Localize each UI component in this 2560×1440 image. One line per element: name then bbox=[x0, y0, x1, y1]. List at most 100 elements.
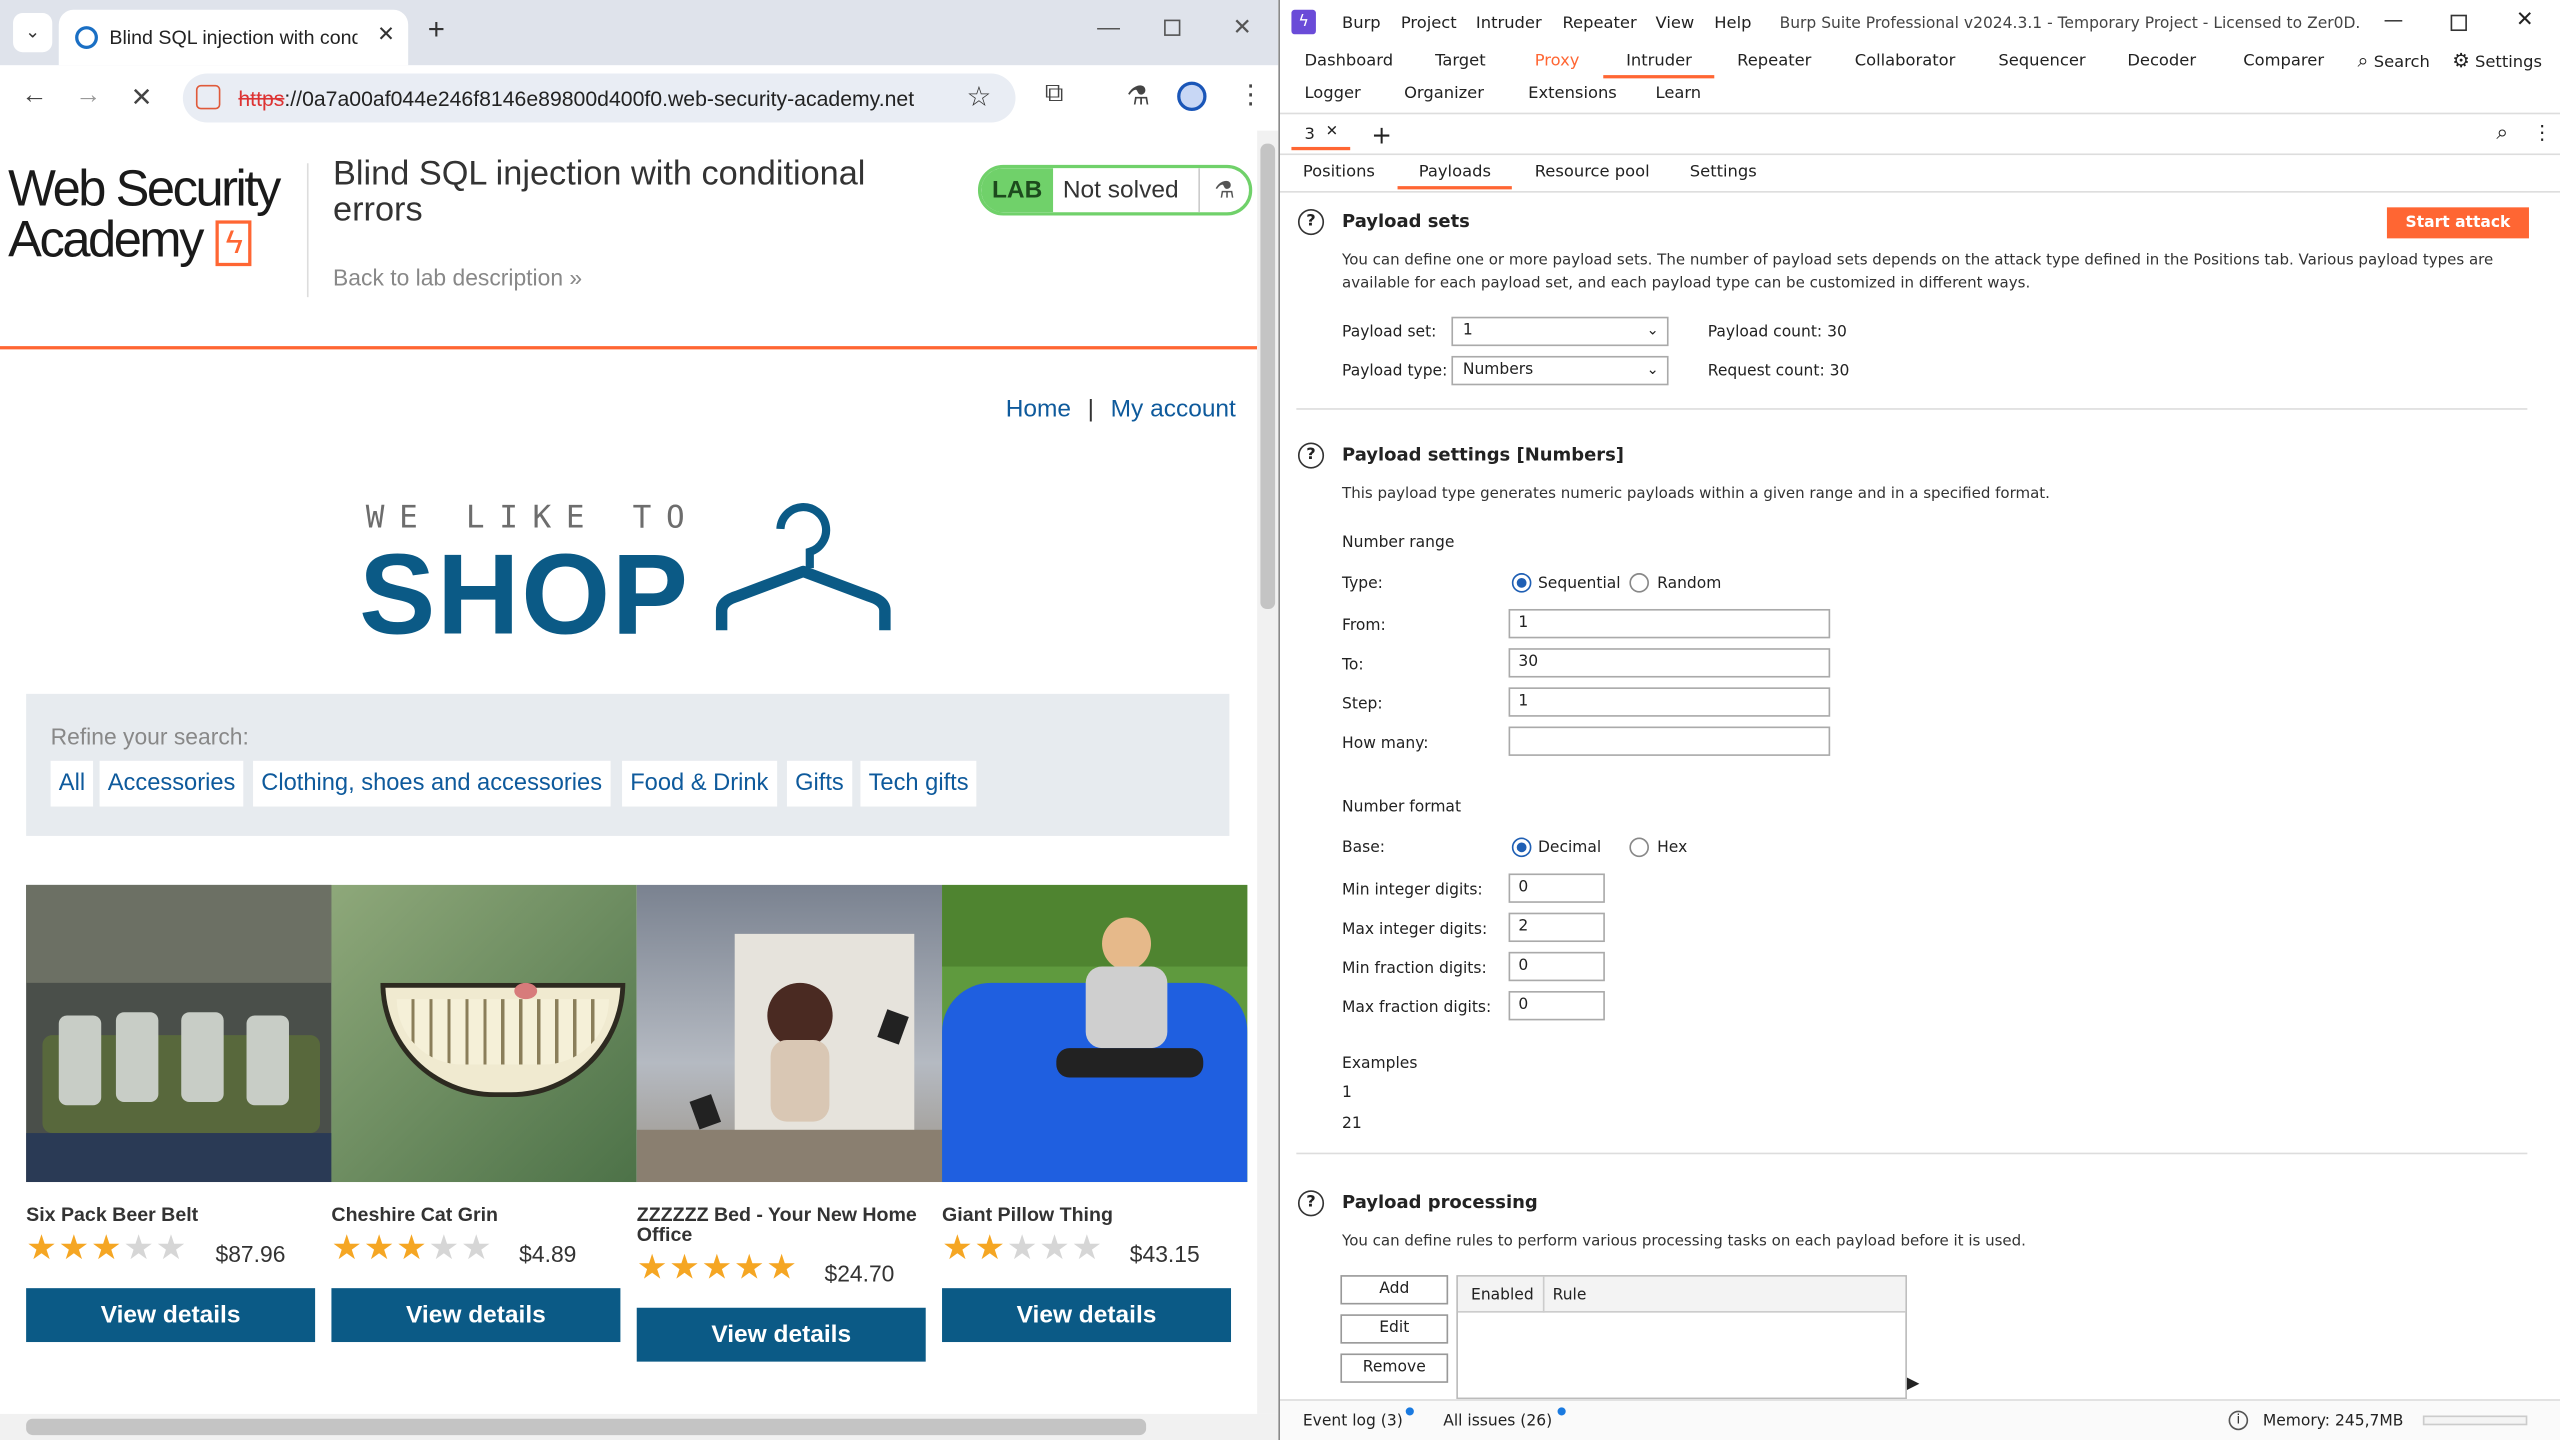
extensions-icon[interactable]: ⧉ bbox=[1045, 80, 1064, 109]
step-input[interactable]: 1 bbox=[1508, 687, 1831, 717]
burp-minimize-icon[interactable]: — bbox=[2384, 8, 2404, 31]
browser-menu-icon[interactable]: ⋮ bbox=[1238, 78, 1264, 111]
tab-search-icon[interactable]: ⌄ bbox=[13, 13, 53, 53]
global-search[interactable]: ⌕ Search bbox=[2358, 49, 2430, 73]
home-link[interactable]: Home bbox=[1006, 395, 1071, 423]
edit-rule-button[interactable]: Edit bbox=[1340, 1314, 1449, 1344]
close-window-icon[interactable]: ✕ bbox=[1233, 13, 1252, 41]
labs-flask-icon[interactable]: ⚗ bbox=[1127, 80, 1150, 113]
subtab-payloads[interactable]: Payloads bbox=[1419, 163, 1491, 181]
minimize-icon[interactable]: — bbox=[1097, 13, 1120, 39]
attack-tab-3[interactable]: 3 ✕ bbox=[1291, 118, 1351, 151]
tab-close-icon[interactable]: ✕ bbox=[377, 21, 395, 47]
expand-arrow-icon[interactable]: ▶ bbox=[1907, 1375, 1920, 1393]
tab-repeater[interactable]: Repeater bbox=[1737, 52, 1811, 70]
how-many-input[interactable] bbox=[1508, 726, 1831, 756]
view-details-button[interactable]: View details bbox=[942, 1288, 1232, 1343]
page-scrollbar-horizontal[interactable] bbox=[0, 1413, 1279, 1440]
view-details-button[interactable]: View details bbox=[26, 1288, 316, 1343]
burp-close-icon[interactable]: ✕ bbox=[2516, 8, 2534, 32]
category-all[interactable]: All bbox=[50, 760, 94, 807]
product-image-cheshire-grin[interactable] bbox=[331, 884, 637, 1183]
add-rule-button[interactable]: Add bbox=[1340, 1275, 1449, 1305]
tab-comparer[interactable]: Comparer bbox=[2243, 52, 2324, 70]
menu-view[interactable]: View bbox=[1656, 15, 1695, 33]
menu-burp[interactable]: Burp bbox=[1342, 15, 1381, 33]
category-clothing[interactable]: Clothing, shoes and accessories bbox=[253, 760, 611, 807]
tab-decoder[interactable]: Decoder bbox=[2127, 52, 2196, 70]
tab-intruder[interactable]: Intruder bbox=[1626, 52, 1692, 70]
profile-avatar-icon[interactable] bbox=[1177, 81, 1207, 112]
min-integer-input[interactable]: 0 bbox=[1508, 873, 1605, 903]
tab-target[interactable]: Target bbox=[1435, 52, 1486, 70]
product-image-giant-pillow[interactable] bbox=[942, 884, 1248, 1183]
maximize-icon[interactable] bbox=[1164, 19, 1181, 36]
all-issues-link[interactable]: All issues (26) bbox=[1443, 1407, 1566, 1430]
tab-sequencer[interactable]: Sequencer bbox=[1998, 52, 2085, 70]
help-icon[interactable]: ? bbox=[1297, 208, 1325, 236]
back-icon[interactable]: ← bbox=[21, 82, 47, 111]
start-attack-button[interactable]: Start attack bbox=[2386, 207, 2529, 239]
column-rule[interactable]: Rule bbox=[1553, 1287, 1587, 1305]
back-to-description-link[interactable]: Back to lab description » bbox=[333, 264, 582, 290]
min-fraction-input[interactable]: 0 bbox=[1508, 951, 1605, 982]
payload-type-select[interactable]: Numbers ⌄ bbox=[1451, 355, 1669, 386]
remove-rule-button[interactable]: Remove bbox=[1340, 1353, 1449, 1383]
scrollbar-thumb[interactable] bbox=[26, 1418, 1147, 1436]
forward-icon[interactable]: → bbox=[75, 82, 101, 111]
stop-loading-icon[interactable]: ✕ bbox=[131, 82, 153, 115]
tab-logger[interactable]: Logger bbox=[1304, 85, 1360, 103]
product-image-beer-belt[interactable] bbox=[26, 884, 332, 1183]
tab-learn[interactable]: Learn bbox=[1656, 85, 1702, 103]
academy-logo[interactable]: Web Security Academy ϟ bbox=[8, 163, 281, 266]
rules-table[interactable]: Enabled Rule bbox=[1456, 1275, 1907, 1400]
my-account-link[interactable]: My account bbox=[1111, 395, 1236, 423]
max-integer-input[interactable]: 2 bbox=[1508, 912, 1605, 943]
sequential-radio[interactable] bbox=[1511, 573, 1532, 593]
subtab-resource-pool[interactable]: Resource pool bbox=[1535, 163, 1650, 181]
browser-tab-active[interactable]: Blind SQL injection with conditi ✕ bbox=[58, 9, 409, 66]
to-input[interactable]: 30 bbox=[1508, 648, 1831, 678]
event-log-link[interactable]: Event log (3) bbox=[1303, 1407, 1415, 1430]
tab-organizer[interactable]: Organizer bbox=[1404, 85, 1484, 103]
random-radio[interactable] bbox=[1629, 573, 1649, 593]
tab-proxy[interactable]: Proxy bbox=[1535, 52, 1580, 70]
product-image-zzzzzz-bed[interactable] bbox=[636, 884, 943, 1183]
tab-collaborator[interactable]: Collaborator bbox=[1855, 52, 1956, 70]
scrollbar-thumb[interactable] bbox=[1260, 143, 1276, 609]
tab-dashboard[interactable]: Dashboard bbox=[1304, 52, 1393, 70]
url-input[interactable]: https://0a7a00af044e246f8146e89800d400f0… bbox=[182, 73, 1016, 123]
menu-help[interactable]: Help bbox=[1714, 15, 1751, 33]
new-tab-icon[interactable]: + bbox=[428, 13, 445, 47]
view-details-button[interactable]: View details bbox=[331, 1288, 621, 1343]
category-tech-gifts[interactable]: Tech gifts bbox=[860, 760, 977, 807]
help-icon[interactable]: ? bbox=[1297, 1190, 1325, 1217]
close-tab-icon[interactable]: ✕ bbox=[1326, 124, 1338, 140]
global-settings[interactable]: ⚙ Settings bbox=[2452, 49, 2542, 72]
subtab-positions[interactable]: Positions bbox=[1303, 163, 1375, 181]
attack-menu-icon[interactable]: ⋮ bbox=[2532, 121, 2552, 144]
category-food-drink[interactable]: Food & Drink bbox=[622, 760, 777, 807]
burp-maximize-icon[interactable] bbox=[2450, 14, 2467, 32]
help-icon[interactable]: ? bbox=[1297, 442, 1325, 469]
category-accessories[interactable]: Accessories bbox=[99, 760, 244, 807]
nav-separator: | bbox=[1087, 395, 1095, 423]
category-gifts[interactable]: Gifts bbox=[786, 760, 852, 807]
bookmark-star-icon[interactable]: ☆ bbox=[967, 82, 992, 115]
payload-set-select[interactable]: 1 ⌄ bbox=[1451, 316, 1669, 347]
column-enabled[interactable]: Enabled bbox=[1471, 1287, 1534, 1305]
new-attack-tab-icon[interactable]: + bbox=[1371, 121, 1392, 150]
page-scrollbar-vertical[interactable] bbox=[1257, 130, 1279, 1414]
subtab-settings[interactable]: Settings bbox=[1690, 163, 1757, 181]
menu-intruder[interactable]: Intruder bbox=[1476, 15, 1542, 33]
view-details-button[interactable]: View details bbox=[636, 1307, 926, 1362]
menu-repeater[interactable]: Repeater bbox=[1562, 15, 1636, 33]
menu-project[interactable]: Project bbox=[1401, 15, 1457, 33]
decimal-radio[interactable] bbox=[1511, 837, 1532, 858]
from-input[interactable]: 1 bbox=[1508, 608, 1831, 639]
hex-radio[interactable] bbox=[1629, 837, 1649, 858]
attack-search-icon[interactable]: ⌕ bbox=[2496, 121, 2508, 145]
max-fraction-input[interactable]: 0 bbox=[1508, 991, 1605, 1021]
tab-extensions[interactable]: Extensions bbox=[1528, 85, 1617, 103]
not-secure-icon[interactable] bbox=[195, 84, 221, 110]
